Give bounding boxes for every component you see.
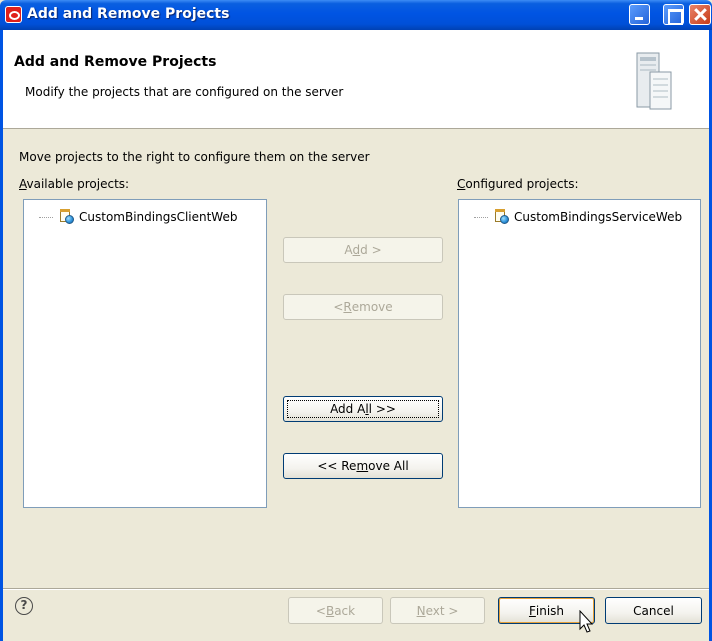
mouse-pointer-icon	[579, 610, 593, 633]
remove-button[interactable]: < Remove	[283, 294, 443, 320]
add-all-button[interactable]: Add All >>	[283, 396, 443, 422]
tree-item-available-project[interactable]: CustomBindingsClientWeb	[39, 208, 237, 226]
available-projects-label: Available projects:	[19, 177, 130, 191]
project-name: CustomBindingsClientWeb	[79, 210, 238, 224]
instruction-text: Move projects to the right to configure …	[19, 150, 370, 164]
project-name: CustomBindingsServiceWeb	[514, 210, 683, 224]
available-projects-list[interactable]: CustomBindingsClientWeb	[23, 199, 267, 508]
title-bar[interactable]: Add and Remove Projects	[0, 0, 712, 30]
cancel-button[interactable]: Cancel	[605, 597, 702, 624]
remove-all-button[interactable]: << Re m ove All	[283, 453, 443, 479]
web-project-icon	[58, 209, 74, 225]
configured-projects-list[interactable]: CustomBindingsServiceWeb	[458, 199, 701, 508]
configured-projects-label: Configured projects:	[457, 177, 579, 191]
server-icon	[636, 52, 672, 110]
header-description: Modify the projects that are configured …	[25, 85, 344, 99]
tree-connector	[39, 216, 53, 218]
header-title: Add and Remove Projects	[14, 54, 217, 70]
tree-connector	[474, 216, 488, 218]
next-button[interactable]: Next >	[390, 597, 485, 624]
back-button[interactable]: < Back	[288, 597, 383, 624]
web-project-icon	[493, 209, 509, 225]
maximize-button[interactable]	[663, 4, 684, 25]
window-title: Add and Remove Projects	[27, 6, 230, 22]
dialog-header: Add and Remove Projects Modify the proje…	[3, 30, 709, 129]
close-button[interactable]	[689, 4, 711, 25]
add-button[interactable]: Add >	[283, 237, 443, 263]
minimize-button[interactable]	[629, 4, 650, 25]
tree-item-configured-project[interactable]: CustomBindingsServiceWeb	[474, 208, 682, 226]
oracle-logo-icon	[5, 6, 22, 23]
footer-separator	[3, 588, 709, 590]
help-icon[interactable]: ?	[15, 597, 33, 615]
